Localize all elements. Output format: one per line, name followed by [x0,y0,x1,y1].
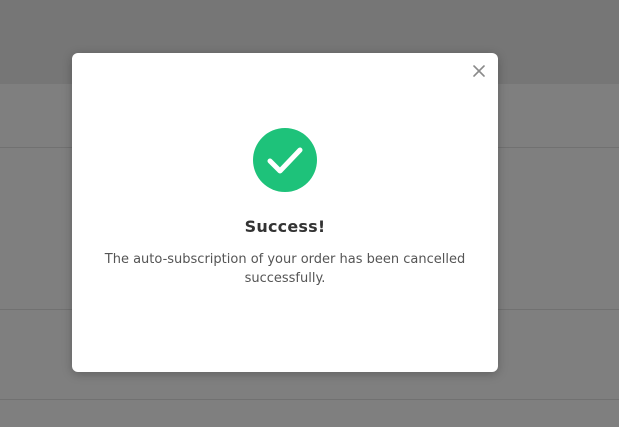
close-icon [473,65,485,77]
dialog-message: The auto-subscription of your order has … [104,252,466,286]
dialog-title: Success! [244,217,326,236]
success-dialog: Success! The auto-subscription of your o… [72,53,498,372]
close-button[interactable] [471,63,487,79]
check-circle-icon [253,128,317,192]
